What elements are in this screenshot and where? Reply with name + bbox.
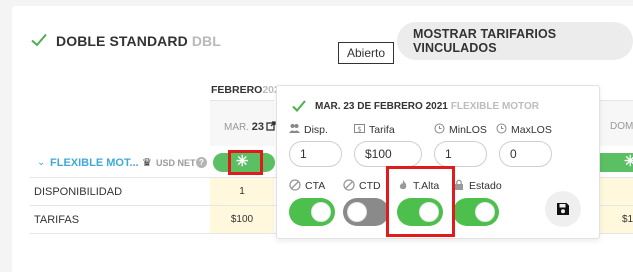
row-label: TARIFAS	[34, 214, 80, 226]
cell-value: 1	[239, 186, 245, 197]
availability-input[interactable]	[289, 141, 342, 167]
toggle-label-estado: Estado	[453, 179, 502, 192]
field-label-tarifa: $ Tarifa	[354, 123, 395, 136]
check-icon	[31, 33, 47, 47]
help-icon[interactable]: ?	[196, 157, 207, 168]
day-header[interactable]: MAR. 23	[210, 100, 276, 146]
min-los-input[interactable]	[434, 141, 487, 167]
save-icon	[557, 203, 569, 215]
cta-toggle[interactable]	[289, 198, 335, 226]
field-label-text: MinLOS	[449, 124, 487, 136]
toggle-knob	[347, 202, 367, 222]
field-label-text: MaxLOS	[511, 124, 552, 136]
asterisk-icon: ✳	[624, 153, 633, 170]
field-label-text: Disp.	[304, 124, 328, 136]
toggle-label-cta: CTA	[289, 179, 325, 192]
field-label-maxlos: MaxLOS	[496, 123, 552, 136]
max-los-input[interactable]	[499, 141, 552, 167]
day-prefix: MAR.	[224, 122, 249, 133]
rate-name[interactable]: FLEXIBLE MOT...	[50, 157, 139, 169]
toggle-label-text: CTA	[305, 180, 326, 192]
money-icon: $	[354, 124, 365, 133]
popup-title: MAR. 23 DE FEBRERO 2021 FLEXIBLE MOTOR	[315, 101, 539, 112]
popup-date: MAR. 23 DE FEBRERO 2021	[315, 101, 448, 112]
cell-value: $100	[230, 214, 254, 225]
check-icon	[292, 100, 306, 112]
external-link-icon[interactable]	[266, 121, 276, 131]
chevron-down-icon[interactable]: ⌄	[37, 157, 45, 168]
availability-cell-right[interactable]	[600, 178, 633, 205]
month-label: FEBRERO202	[211, 84, 280, 96]
no-entry-icon	[343, 179, 355, 191]
availability-cell[interactable]: 1	[210, 178, 274, 205]
day-label-right: DOM	[610, 121, 633, 132]
toggle-knob	[311, 202, 331, 222]
row-label: DISPONIBILIDAD	[34, 186, 123, 198]
cell-value: $1	[622, 214, 633, 225]
popup-plan: FLEXIBLE MOTOR	[450, 101, 539, 112]
toggle-label-text: Estado	[469, 180, 502, 192]
clock-icon	[434, 123, 445, 134]
toggle-knob	[475, 202, 495, 222]
rate-input[interactable]	[354, 141, 422, 167]
day-header-right[interactable]: DOM	[600, 100, 633, 146]
svg-text:$: $	[357, 125, 361, 133]
month-name: FEBRERO	[211, 84, 263, 96]
day-number: 23	[251, 121, 265, 133]
room-title: DOBLE STANDARD DBL	[56, 33, 221, 49]
save-button[interactable]	[545, 191, 581, 227]
highlight-box	[386, 166, 455, 237]
estado-toggle[interactable]	[453, 198, 499, 226]
no-entry-icon	[289, 179, 301, 191]
field-label-minlos: MinLOS	[434, 123, 487, 136]
toggle-label-text: CTD	[359, 180, 381, 192]
people-icon	[289, 124, 300, 133]
currency-label: USD NET	[156, 158, 196, 168]
toggle-label-ctd: CTD	[343, 179, 381, 192]
rate-cell[interactable]: $100	[210, 206, 274, 233]
clock-icon	[496, 123, 507, 134]
room-name: DOBLE STANDARD	[56, 33, 188, 49]
room-code: DBL	[191, 33, 221, 49]
status-tooltip: Abierto	[338, 42, 394, 64]
rate-status-cell-right[interactable]: ✳	[600, 153, 633, 172]
highlight-box	[228, 150, 263, 175]
rate-cell-right[interactable]: $1	[600, 206, 633, 233]
ctd-toggle[interactable]	[343, 198, 389, 226]
show-linked-rates-button[interactable]: MOSTRAR TARIFARIOS VINCULADOS	[397, 22, 633, 60]
day-edit-popup: MAR. 23 DE FEBRERO 2021 FLEXIBLE MOTOR Di…	[276, 85, 600, 239]
day-label: MAR. 23	[224, 121, 264, 133]
field-label-text: Tarifa	[369, 124, 395, 136]
crown-icon: ♛	[142, 157, 152, 169]
field-label-disp: Disp.	[289, 123, 328, 136]
